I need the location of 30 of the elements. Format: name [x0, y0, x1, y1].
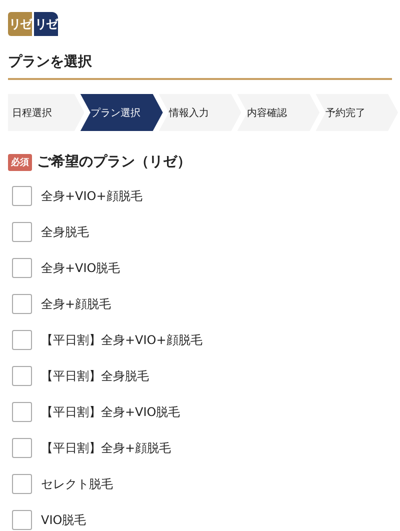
- required-badge: 必須: [8, 154, 32, 170]
- logo-tile: リゼ: [8, 12, 32, 36]
- checkbox[interactable]: [12, 222, 32, 242]
- plan-label: 全身脱毛: [41, 224, 89, 240]
- plan-label: VIO脱毛: [41, 512, 86, 528]
- checkbox[interactable]: [12, 330, 32, 350]
- plan-label: 全身+VIO脱毛: [41, 260, 120, 276]
- checkbox[interactable]: [12, 186, 32, 206]
- progress-step: プラン選択: [80, 94, 163, 131]
- progress-step: 内容確認: [237, 94, 320, 131]
- page-title: プランを選択: [8, 53, 392, 80]
- checkbox[interactable]: [12, 474, 32, 494]
- progress-step: 情報入力: [158, 94, 242, 131]
- logo-tile: リゼ: [34, 12, 58, 36]
- checkbox[interactable]: [12, 402, 32, 422]
- plan-label: 【平日割】全身脱毛: [41, 368, 149, 384]
- progress-step: 予約完了: [316, 94, 398, 131]
- checkbox[interactable]: [12, 510, 32, 530]
- checkbox[interactable]: [12, 294, 32, 314]
- checkbox[interactable]: [12, 258, 32, 278]
- plan-label: セレクト脱毛: [41, 476, 113, 492]
- plan-label: 全身+VIO+顔脱毛: [41, 188, 142, 204]
- plan-label: 全身+顔脱毛: [41, 296, 112, 312]
- section-heading: ご希望のプラン（リゼ）: [37, 153, 191, 171]
- progress-step: 日程選択: [8, 94, 84, 131]
- plan-label: 【平日割】全身+VIO脱毛: [41, 404, 180, 420]
- checkbox[interactable]: [12, 438, 32, 458]
- plan-label: 【平日割】全身+VIO+顔脱毛: [41, 332, 202, 348]
- checkbox[interactable]: [12, 366, 32, 386]
- plan-label: 【平日割】全身+顔脱毛: [41, 440, 172, 456]
